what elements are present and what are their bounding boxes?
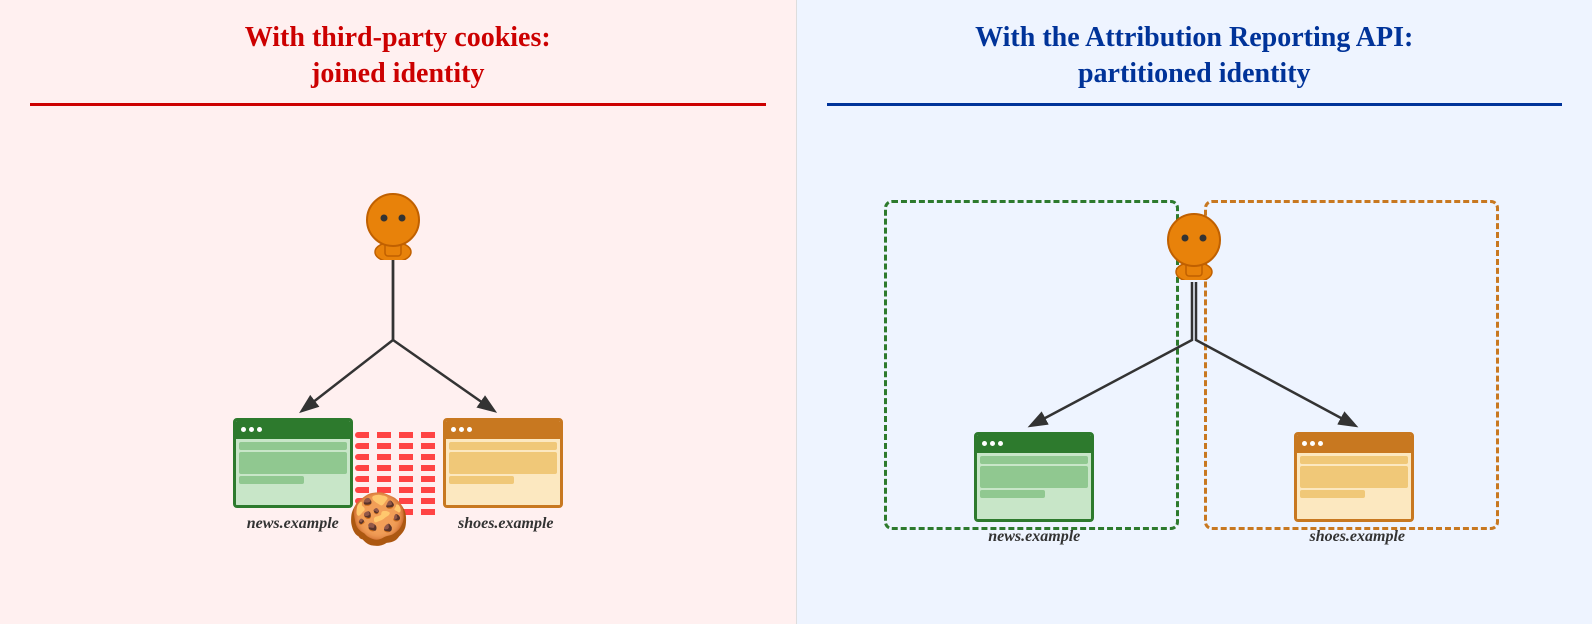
left-title-line2: joined identity xyxy=(311,58,484,89)
news-label-right: news.example xyxy=(969,528,1099,546)
right-diagram: news.example shoes.example xyxy=(827,126,1563,604)
right-title-line2: partitioned identity xyxy=(1078,58,1311,89)
left-panel: With third-party cookies: joined identit… xyxy=(0,0,797,624)
right-panel: With the Attribution Reporting API: part… xyxy=(797,0,1592,624)
left-diagram: 🍪 news.example shoes.example xyxy=(30,126,766,604)
browser-news-right xyxy=(974,432,1094,522)
browser-news-left xyxy=(233,418,353,508)
right-panel-title: With the Attribution Reporting API: part… xyxy=(975,20,1413,93)
news-label-left: news.example xyxy=(228,515,358,533)
left-diagram-content: 🍪 news.example shoes.example xyxy=(148,180,648,550)
browser-shoes-right xyxy=(1294,432,1414,522)
right-divider xyxy=(827,103,1563,106)
right-title-line1: With the Attribution Reporting API: xyxy=(975,22,1413,53)
browser-shoes-left xyxy=(443,418,563,508)
person-icon-right xyxy=(1164,210,1224,270)
right-diagram-content: news.example shoes.example xyxy=(874,180,1514,550)
left-divider xyxy=(30,103,766,106)
shoes-label-left: shoes.example xyxy=(436,515,576,533)
shoes-label-right: shoes.example xyxy=(1287,528,1427,546)
left-title-line1: With third-party cookies: xyxy=(245,22,551,53)
person-icon-left xyxy=(363,190,423,250)
left-panel-title: With third-party cookies: joined identit… xyxy=(245,20,551,93)
